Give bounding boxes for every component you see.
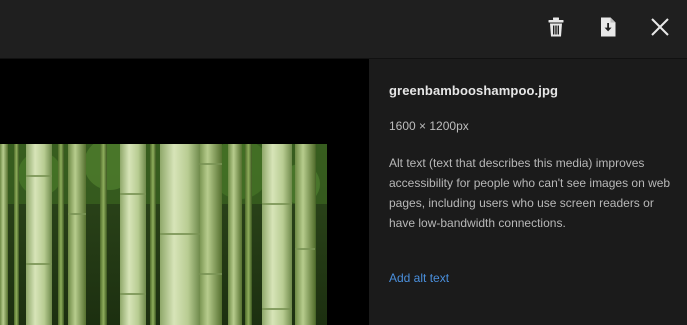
delete-button[interactable] [537, 8, 575, 46]
download-button[interactable] [589, 8, 627, 46]
file-name: greenbambooshampoo.jpg [389, 83, 559, 98]
bamboo-image [0, 144, 327, 325]
top-toolbar [0, 0, 687, 59]
download-icon [600, 17, 616, 37]
alt-text-description: Alt text (text that describes this media… [389, 156, 671, 230]
image-dimensions: 1600 × 1200px [389, 119, 469, 133]
close-icon [651, 18, 669, 36]
media-viewer: greenbambooshampoo.jpg 1600 × 1200px Alt… [0, 0, 687, 325]
trash-icon [548, 17, 564, 37]
close-button[interactable] [641, 8, 679, 46]
media-preview-pane [0, 59, 369, 325]
details-pane: greenbambooshampoo.jpg 1600 × 1200px Alt… [369, 59, 687, 325]
toolbar-actions [537, 8, 679, 46]
add-alt-text-link[interactable]: Add alt text [389, 271, 449, 285]
